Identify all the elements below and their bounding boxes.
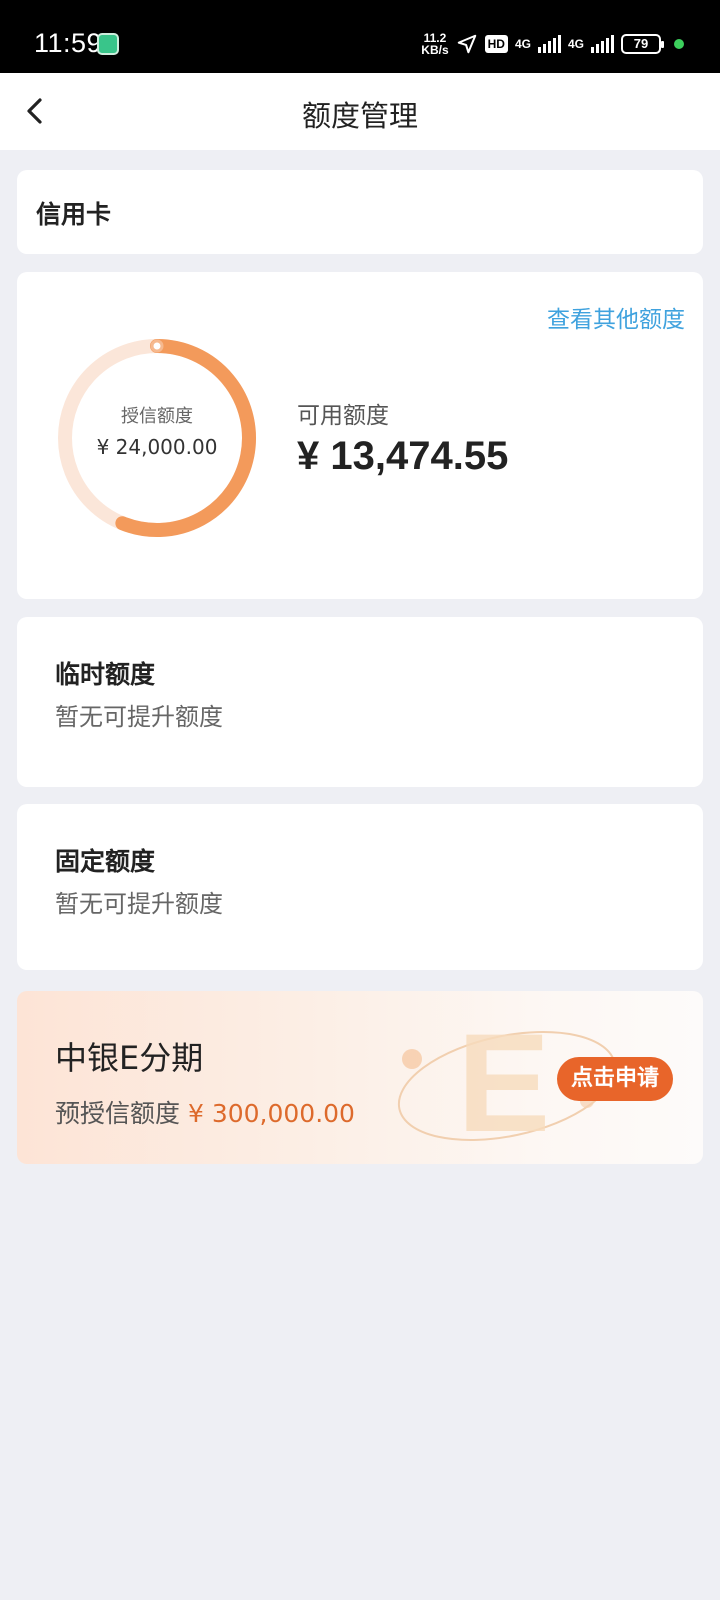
e-installment-promo-card[interactable]: E 中银E分期 预授信额度 ¥ 300,000.00 点击申请 <box>17 991 703 1164</box>
temporary-limit-title: 临时额度 <box>55 660 156 689</box>
temporary-limit-card[interactable]: 临时额度 暂无可提升额度 <box>17 617 703 787</box>
status-time: 11:59 <box>34 28 103 58</box>
location-arrow-icon <box>457 34 476 54</box>
fixed-limit-status: 暂无可提升额度 <box>55 890 223 918</box>
promo-subtitle: 预授信额度 ¥ 300,000.00 <box>55 1094 355 1130</box>
credit-limit-label: 授信额度 <box>121 406 193 427</box>
apply-button[interactable]: 点击申请 <box>556 1057 673 1101</box>
net-speed-unit: KB/s <box>421 43 449 57</box>
fixed-limit-title: 固定额度 <box>55 847 156 876</box>
card-type-section[interactable]: 信用卡 <box>17 170 703 254</box>
network-type-1: 4G <box>514 37 531 51</box>
signal-strength-icon <box>537 35 561 53</box>
fixed-limit-card[interactable]: 固定额度 暂无可提升额度 <box>17 804 703 970</box>
hd-voice-icon: HD <box>484 35 508 53</box>
indicator-dot <box>674 39 684 49</box>
promo-title: 中银E分期 <box>55 1039 204 1077</box>
pre-credit-amount: ¥ 300,000.00 <box>187 1099 355 1128</box>
credit-limit-card: 查看其他额度 授信额度 ¥ 24,000.00 可用额度 ¥ 13,474.55 <box>17 272 703 599</box>
available-limit-value: ¥ 13,474.55 <box>297 434 509 478</box>
svg-text:E: E <box>457 1004 550 1161</box>
card-type-label: 信用卡 <box>36 200 112 229</box>
signal-strength-icon-2 <box>591 35 614 53</box>
net-speed: 11.2 KB/s <box>421 32 448 56</box>
ring-center: 授信额度 ¥ 24,000.00 <box>53 334 261 542</box>
security-shield-icon <box>97 33 119 55</box>
view-other-limits-link[interactable]: 查看其他额度 <box>547 300 685 334</box>
page-title: 额度管理 <box>301 99 418 133</box>
battery-icon: 79 <box>621 34 664 54</box>
network-type-2: 4G <box>567 37 584 51</box>
available-limit-label: 可用额度 <box>297 403 389 429</box>
credit-limit-value: ¥ 24,000.00 <box>96 435 218 459</box>
nav-bar: 额度管理 <box>0 73 720 150</box>
status-icons: 11.2 KB/s HD 4G 4G 79 <box>421 30 684 58</box>
temporary-limit-status: 暂无可提升额度 <box>55 703 223 731</box>
pre-credit-label: 预授信额度 <box>55 1099 181 1128</box>
status-bar: 11:59 11.2 KB/s HD 4G 4G 79 <box>0 0 720 73</box>
